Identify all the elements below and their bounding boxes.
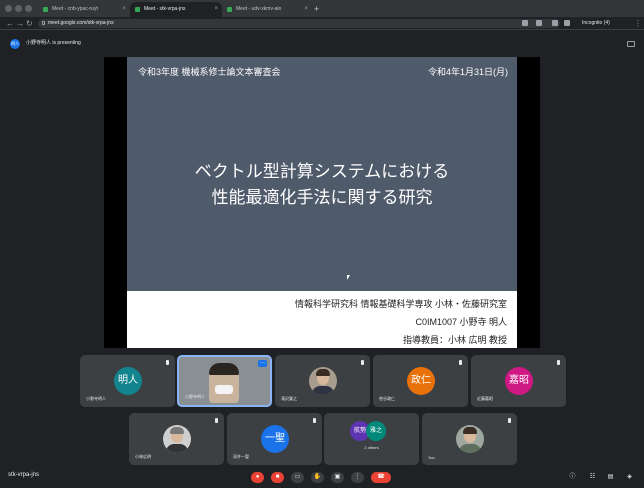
- mic-off-icon: [313, 418, 316, 423]
- presenting-banner: 明人 小野寺明人 is presenting: [6, 37, 81, 50]
- close-tab-icon[interactable]: ×: [304, 2, 308, 17]
- back-icon[interactable]: ←: [6, 18, 14, 29]
- more-options-icon[interactable]: …: [258, 360, 267, 367]
- meet-favicon-icon: [227, 7, 232, 12]
- participant-photo: [309, 367, 337, 395]
- maximize-window-icon[interactable]: [25, 5, 32, 12]
- avatar: 明人: [114, 367, 142, 395]
- others-count: 2 others: [364, 445, 379, 450]
- slide-title-line1: ベクトル型計算システムにおける: [194, 162, 450, 181]
- camera-icon[interactable]: [522, 20, 528, 26]
- mic-off-icon: [361, 360, 364, 365]
- cast-icon[interactable]: [564, 20, 570, 26]
- people-icon[interactable]: ☷: [588, 473, 597, 482]
- mic-off-icon: [459, 360, 462, 365]
- present-button[interactable]: ▣: [331, 472, 344, 483]
- participant-video-mask: [215, 385, 233, 394]
- others-tile[interactable]: 航勢 雅之 2 others: [324, 413, 419, 465]
- browser-tab[interactable]: Meet - cnb-ypac-ruyt ×: [38, 2, 130, 17]
- participant-name: 小野寺明人: [86, 396, 106, 401]
- activities-icon[interactable]: ◈: [625, 473, 634, 482]
- slide-author: C0IM1007 小野寺 明人: [415, 317, 507, 327]
- participant-tile[interactable]: 一聖 深井一聖: [227, 413, 322, 465]
- close-tab-icon[interactable]: ×: [214, 2, 218, 17]
- presenter-avatar: 明人: [10, 39, 20, 49]
- photo-hair: [170, 427, 184, 434]
- presentation-stage: 令和3年度 機械系修士論文本審査会 令和4年1月31日(月) ベクトル型計算シス…: [104, 57, 540, 348]
- participant-tile[interactable]: 小林広明: [129, 413, 224, 465]
- slide-footer: 情報科学研究科 情報基礎科学専攻 小林・佐藤研究室 C0IM1007 小野寺 明…: [127, 291, 517, 348]
- mic-off-icon: [508, 418, 511, 423]
- participant-name: 小林広明: [135, 454, 151, 459]
- reload-icon[interactable]: ↻: [26, 18, 33, 29]
- close-window-icon[interactable]: [5, 5, 12, 12]
- forward-icon[interactable]: →: [16, 18, 24, 29]
- participant-tile[interactable]: 嘉昭 近藤嘉昭: [471, 355, 566, 407]
- pin-presentation-icon[interactable]: [627, 41, 635, 47]
- participant-photo: [163, 425, 191, 453]
- participant-tile[interactable]: 政仁 笹谷政仁: [373, 355, 468, 407]
- close-tab-icon[interactable]: ×: [122, 2, 126, 17]
- participant-name: 笹谷政仁: [379, 396, 395, 401]
- mouse-cursor-icon: [347, 275, 350, 280]
- slide-affiliation: 情報科学研究科 情報基礎科学専攻 小林・佐藤研究室: [294, 299, 507, 309]
- mic-off-icon: [166, 360, 169, 365]
- captions-button[interactable]: ▭: [291, 472, 304, 483]
- browser-tab[interactable]: Meet - udv-xkmv-aio ×: [222, 2, 312, 17]
- photo-body: [312, 386, 334, 395]
- meet-favicon-icon: [135, 7, 140, 12]
- photo-hair: [316, 369, 330, 376]
- mic-off-icon: [557, 360, 560, 365]
- chat-icon[interactable]: ▤: [606, 473, 615, 482]
- photo-body: [166, 444, 188, 453]
- browser-tab-strip: Meet - cnb-ypac-ruyt × Meet - stk-vrpa-j…: [0, 0, 644, 17]
- meeting-info-icon[interactable]: ⓘ: [568, 473, 577, 482]
- participant-name: 滝沢寛之: [281, 396, 297, 401]
- avatar: 一聖: [261, 425, 289, 453]
- self-tile[interactable]: You: [422, 413, 517, 465]
- incognito-indicator[interactable]: Incognito (4): [582, 19, 610, 28]
- participant-tile[interactable]: 明人 小野寺明人: [80, 355, 175, 407]
- new-tab-icon[interactable]: +: [314, 2, 319, 16]
- camera-toggle-button[interactable]: ■: [271, 472, 284, 483]
- photo-hair: [463, 427, 477, 434]
- slide-header-left: 令和3年度 機械系修士論文本審査会: [138, 67, 281, 77]
- minimize-window-icon[interactable]: [15, 5, 22, 12]
- raise-hand-button[interactable]: ✋: [311, 472, 324, 483]
- participant-name: 近藤嘉昭: [477, 396, 493, 401]
- slide-header-right: 令和4年1月31日(月): [427, 67, 508, 77]
- bookmark-star-icon[interactable]: [536, 20, 542, 26]
- meeting-code: stk-vrpa-jns: [8, 472, 40, 478]
- slide-title-line2: 性能最適化手法に関する研究: [211, 188, 433, 207]
- avatar: 雅之: [366, 421, 386, 441]
- address-bar[interactable]: meet.google.com/stk-vrpa-jns: [38, 19, 560, 28]
- meeting-controls: stk-vrpa-jns ● ■ ▭ ✋ ▣ ⋮ ☎ ⓘ ☷ ▤ ◈: [0, 468, 644, 488]
- meet-favicon-icon: [43, 7, 48, 12]
- participant-photo: [456, 425, 484, 453]
- presenting-text: 小野寺明人 is presenting: [26, 40, 81, 46]
- mic-off-icon: [215, 418, 218, 423]
- participant-tile[interactable]: 滝沢寛之: [275, 355, 370, 407]
- mic-toggle-button[interactable]: ●: [251, 472, 264, 483]
- slide-advisor: 指導教員：小林 広明 教授: [402, 335, 507, 345]
- browser-menu-icon[interactable]: ⋮: [634, 18, 642, 29]
- presentation-slide: 令和3年度 機械系修士論文本審査会 令和4年1月31日(月) ベクトル型計算シス…: [127, 57, 517, 348]
- avatar: 嘉昭: [505, 367, 533, 395]
- browser-toolbar: ← → ↻ meet.google.com/stk-vrpa-jns Incog…: [0, 17, 644, 30]
- more-options-button[interactable]: ⋮: [351, 472, 364, 483]
- participant-name: You: [428, 455, 435, 460]
- lock-icon: [42, 21, 45, 25]
- photo-body: [459, 444, 481, 453]
- participant-tile-active-video[interactable]: … 小野寺明人: [177, 355, 272, 407]
- participant-video-hair: [209, 363, 239, 375]
- leave-call-button[interactable]: ☎: [371, 472, 391, 483]
- browser-tab-active[interactable]: Meet - stk-vrpa-jns ×: [130, 2, 222, 17]
- extension-icon[interactable]: [552, 20, 558, 26]
- participant-name: 小野寺明人: [185, 394, 205, 399]
- avatar: 政仁: [407, 367, 435, 395]
- participant-name: 深井一聖: [233, 454, 249, 459]
